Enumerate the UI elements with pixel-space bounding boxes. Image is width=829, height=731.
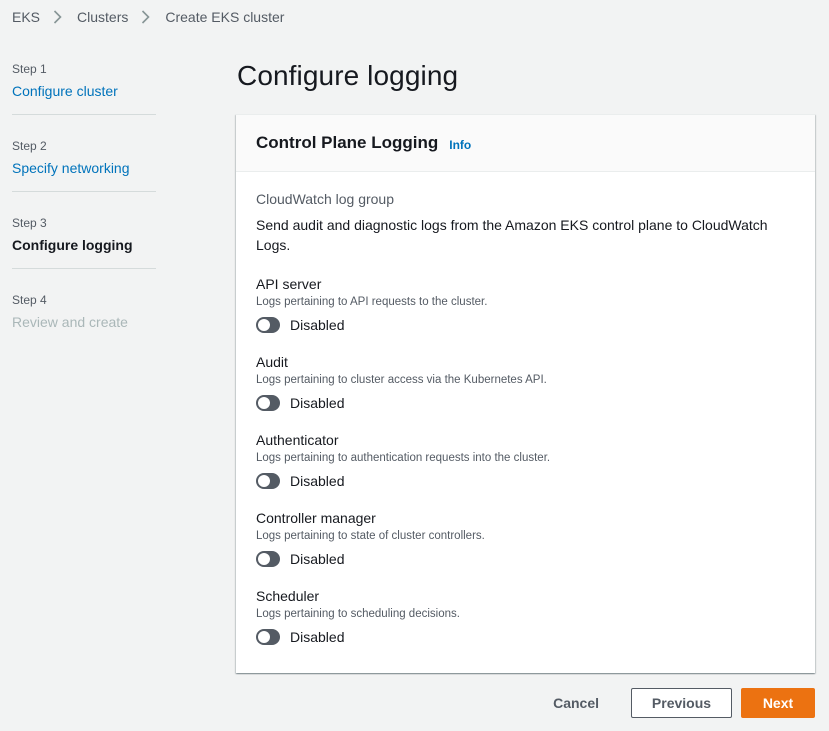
wizard-step-3: Step 3 Configure logging (12, 216, 156, 269)
toggle-row: Disabled (256, 471, 795, 491)
cancel-button[interactable]: Cancel (523, 688, 629, 718)
step-number: Step 3 (12, 216, 47, 230)
toggle-knob (258, 631, 270, 643)
chevron-right-icon (53, 10, 62, 24)
log-type-controller-manager: Controller manager Logs pertaining to st… (256, 509, 795, 569)
cloudwatch-group-label: CloudWatch log group (256, 191, 395, 207)
chevron-right-icon (141, 10, 151, 24)
next-button[interactable]: Next (741, 688, 815, 718)
toggle-state-label: Disabled (290, 317, 345, 333)
api-server-toggle[interactable] (256, 317, 280, 333)
log-type-api-server: API server Logs pertaining to API reques… (256, 275, 795, 335)
step-review-and-create: Review and create (12, 314, 128, 330)
log-type-audit: Audit Logs pertaining to cluster access … (256, 353, 795, 413)
breadcrumb-current: Create EKS cluster (165, 9, 285, 25)
wizard-steps: Step 1 Configure cluster Step 2 Specify … (12, 62, 156, 369)
toggle-knob (258, 319, 270, 331)
step-link-configure-cluster[interactable]: Configure cluster (12, 82, 156, 100)
log-type-scheduler: Scheduler Logs pertaining to scheduling … (256, 587, 795, 647)
wizard-step-4: Step 4 Review and create (12, 293, 156, 345)
audit-toggle[interactable] (256, 395, 280, 411)
wizard-footer: Cancel Previous Next (523, 688, 815, 718)
page-title: Configure logging (237, 60, 459, 91)
log-type-description: Logs pertaining to API requests to the c… (256, 296, 488, 308)
step-number: Step 2 (12, 139, 47, 153)
log-type-description: Logs pertaining to state of cluster cont… (256, 530, 485, 542)
panel-body: CloudWatch log group Send audit and diag… (236, 172, 815, 647)
panel-title: Control Plane Logging (256, 133, 439, 152)
log-type-description: Logs pertaining to scheduling decisions. (256, 608, 460, 620)
wizard-step-2: Step 2 Specify networking (12, 139, 156, 192)
controller-manager-toggle[interactable] (256, 551, 280, 567)
log-type-name: Audit (256, 354, 288, 370)
log-type-name: Scheduler (256, 588, 320, 604)
wizard-step-1: Step 1 Configure cluster (12, 62, 156, 115)
toggle-state-label: Disabled (290, 473, 345, 489)
log-type-description: Logs pertaining to authentication reques… (256, 452, 551, 464)
info-link[interactable]: Info (449, 138, 471, 152)
log-type-name: API server (256, 276, 322, 292)
log-type-authenticator: Authenticator Logs pertaining to authent… (256, 431, 795, 491)
step-link-specify-networking[interactable]: Specify networking (12, 159, 156, 177)
panel-header: Control Plane Logging Info (236, 115, 815, 172)
toggle-row: Disabled (256, 315, 795, 335)
log-type-name: Authenticator (256, 432, 339, 448)
toggle-state-label: Disabled (290, 395, 345, 411)
previous-button[interactable]: Previous (631, 688, 732, 718)
toggle-row: Disabled (256, 627, 795, 647)
toggle-state-label: Disabled (290, 629, 345, 645)
toggle-state-label: Disabled (290, 551, 345, 567)
step-current-configure-logging: Configure logging (12, 237, 133, 253)
toggle-row: Disabled (256, 393, 795, 413)
breadcrumb-clusters-link[interactable]: Clusters (77, 9, 128, 25)
breadcrumb-eks-link[interactable]: EKS (12, 9, 40, 25)
cloudwatch-group-description: Send audit and diagnostic logs from the … (256, 217, 768, 253)
step-number: Step 1 (12, 62, 47, 76)
step-number: Step 4 (12, 293, 47, 307)
scheduler-toggle[interactable] (256, 629, 280, 645)
toggle-knob (258, 553, 270, 565)
toggle-knob (258, 475, 270, 487)
authenticator-toggle[interactable] (256, 473, 280, 489)
toggle-row: Disabled (256, 549, 795, 569)
control-plane-logging-panel: Control Plane Logging Info CloudWatch lo… (236, 114, 815, 673)
breadcrumb: EKS Clusters Create EKS cluster (12, 9, 284, 25)
toggle-knob (258, 397, 270, 409)
log-type-name: Controller manager (256, 510, 376, 526)
log-type-description: Logs pertaining to cluster access via th… (256, 374, 547, 386)
